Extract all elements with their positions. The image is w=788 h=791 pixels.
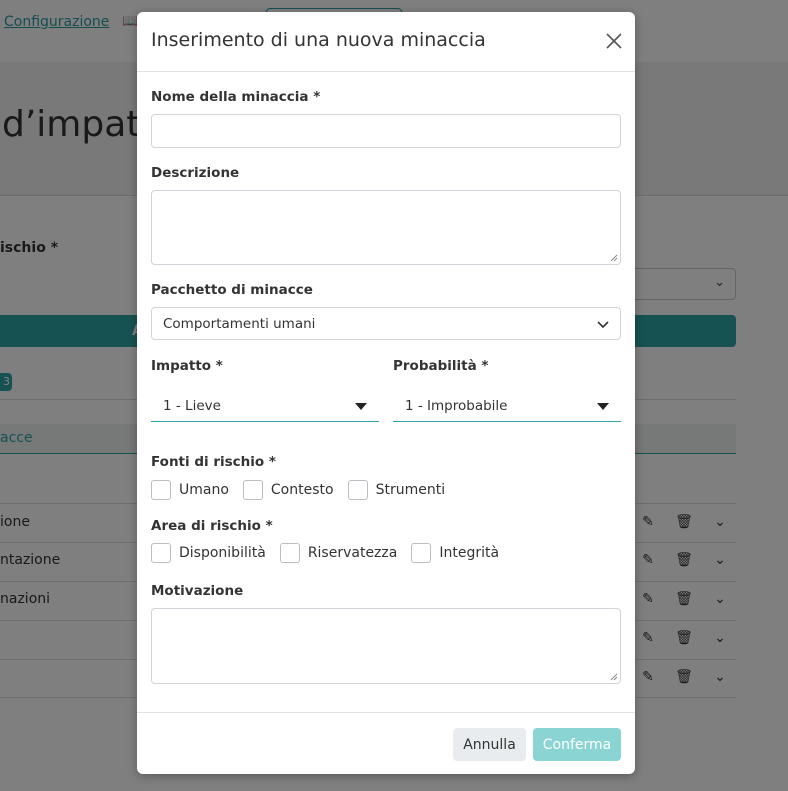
close-button[interactable] [601, 28, 627, 54]
cancel-button[interactable]: Annulla [453, 728, 526, 761]
checkbox-box[interactable] [242, 480, 263, 500]
checkbox-box[interactable] [279, 543, 300, 563]
risk-area-label: Area di rischio * [151, 518, 273, 534]
motivation-label: Motivazione [151, 583, 244, 599]
risk-area-group: Disponibilità Riservatezza Integrità [151, 542, 513, 564]
confirm-button[interactable]: Conferma [533, 728, 621, 761]
impact-label: Impatto * [151, 358, 223, 374]
risk-sources-label: Fonti di rischio * [151, 454, 276, 470]
chevron-down-icon [597, 321, 609, 329]
modal-title: Inserimento di una nuova minaccia [151, 29, 486, 51]
caret-down-icon [355, 403, 367, 410]
close-icon [606, 33, 622, 49]
motivation-field [151, 608, 621, 684]
threat-name-input[interactable] [152, 115, 620, 147]
description-label: Descrizione [151, 165, 240, 181]
checkbox-label: Disponibilità [179, 545, 266, 561]
threat-name-field [151, 114, 621, 148]
checkbox-label: Strumenti [375, 482, 446, 498]
threat-package-select[interactable]: Comportamenti umani [151, 307, 621, 340]
new-threat-modal: Inserimento di una nuova minaccia Nome d… [137, 12, 635, 774]
source-checkbox-contesto[interactable]: Contesto [242, 480, 334, 500]
description-field [151, 190, 621, 265]
checkbox-box[interactable] [151, 480, 171, 500]
resize-grip-icon[interactable] [610, 673, 618, 681]
modal-footer: Annulla Conferma [137, 712, 635, 774]
impact-select[interactable]: 1 - Lieve [151, 389, 379, 422]
area-checkbox-disponibilita[interactable]: Disponibilità [151, 543, 266, 563]
resize-grip-icon[interactable] [610, 254, 618, 262]
risk-sources-group: Umano Contesto Strumenti [151, 479, 459, 501]
threat-package-label: Pacchetto di minacce [151, 282, 313, 298]
threat-name-label: Nome della minaccia * [151, 89, 321, 105]
source-checkbox-umano[interactable]: Umano [151, 480, 229, 500]
checkbox-box[interactable] [411, 543, 432, 563]
probability-label: Probabilità * [393, 358, 489, 374]
impact-value: 1 - Lieve [163, 398, 221, 414]
threat-package-value: Comportamenti umani [163, 316, 316, 332]
probability-select[interactable]: 1 - Improbabile [393, 389, 621, 422]
description-textarea[interactable] [152, 191, 620, 264]
checkbox-label: Integrità [439, 545, 500, 561]
checkbox-box[interactable] [151, 543, 171, 563]
area-checkbox-riservatezza[interactable]: Riservatezza [279, 543, 398, 563]
motivation-textarea[interactable] [152, 609, 620, 683]
source-checkbox-strumenti[interactable]: Strumenti [347, 480, 446, 500]
probability-value: 1 - Improbabile [405, 398, 508, 414]
checkbox-label: Riservatezza [307, 545, 398, 561]
checkbox-box[interactable] [347, 480, 368, 500]
checkbox-label: Umano [179, 482, 229, 498]
caret-down-icon [597, 403, 609, 410]
area-checkbox-integrita[interactable]: Integrità [411, 543, 499, 563]
modal-header: Inserimento di una nuova minaccia [137, 12, 635, 72]
checkbox-label: Contesto [270, 482, 334, 498]
